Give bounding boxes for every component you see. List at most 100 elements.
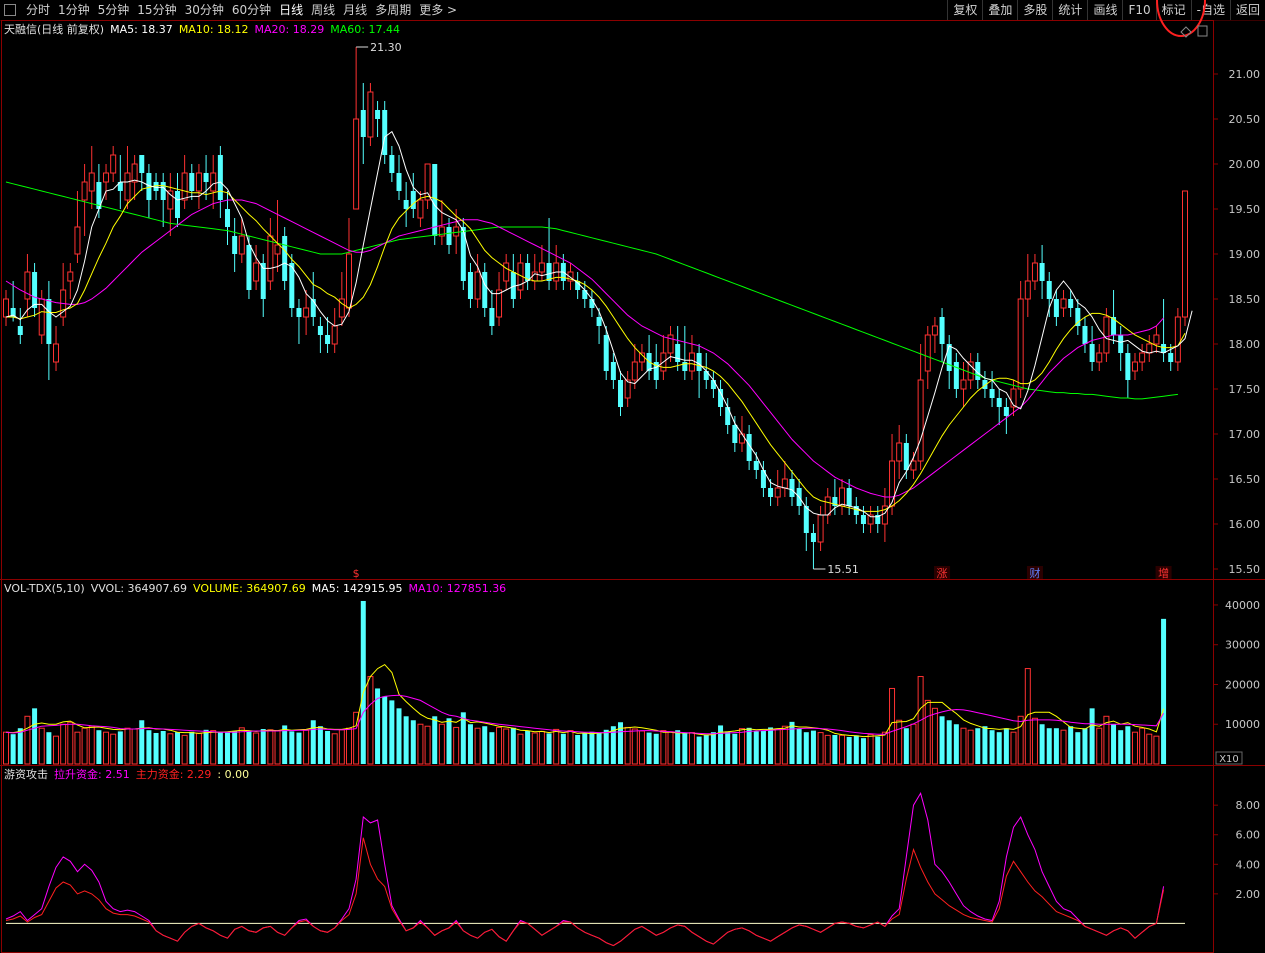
volume-bar-down — [596, 732, 602, 764]
volume-bar-up — [74, 731, 81, 765]
candle-body-up — [195, 172, 202, 192]
candle-body-up — [688, 352, 695, 372]
candle-body-down — [32, 272, 38, 308]
candle-body-down — [768, 488, 774, 497]
volume-bar-down — [17, 728, 23, 764]
volume-tick-label: 30000 — [1225, 639, 1260, 652]
volume-bar-down — [846, 736, 852, 764]
volume-bar-up — [338, 729, 345, 765]
price-tick-label: 15.50 — [1229, 563, 1261, 576]
volume-bar-up — [781, 725, 788, 765]
price-tick-label: 18.50 — [1229, 293, 1261, 306]
candle-body-up — [2, 298, 10, 318]
volume-bar-up — [774, 728, 781, 765]
candle-body-down — [582, 290, 588, 299]
volume-bar-down — [982, 726, 988, 764]
indicator-tick-label: 6.00 — [1236, 829, 1261, 842]
volume-bar-down — [953, 724, 959, 764]
candle-body-up — [181, 172, 188, 201]
candle-body-down — [732, 425, 738, 443]
volume-bar-up — [531, 732, 538, 765]
volume-bar-down — [389, 700, 395, 764]
candle-body-down — [989, 389, 995, 398]
volume-bar-up — [1139, 727, 1146, 765]
volume-bar-down — [1082, 728, 1088, 764]
volume-bar-down — [360, 600, 366, 764]
candle-body-down — [810, 533, 816, 542]
volume-bar-up — [624, 726, 631, 765]
stock-chart[interactable]: 21.00 20.50 20.00 19.50 19.00 18.50 18.00 17.50… — [0, 0, 1265, 953]
volume-bar-down — [1161, 618, 1167, 764]
candle-body-down — [17, 326, 23, 335]
volume-bar-down — [189, 731, 195, 764]
candle-body-down — [710, 380, 716, 389]
volume-bar-down — [1039, 724, 1045, 764]
candle-body-up — [896, 442, 903, 462]
candle-body-down — [46, 299, 52, 344]
volume-tick-label: 10000 — [1225, 718, 1260, 731]
volume-tick-label: 40000 — [1225, 599, 1260, 612]
candle-body-up — [631, 361, 638, 381]
event-marker: 增 — [1158, 566, 1169, 580]
price-tick-label: 20.50 — [1229, 113, 1261, 126]
volume-bar-down — [653, 733, 659, 764]
volume-bar-down — [146, 730, 152, 764]
candle-body-down — [703, 371, 709, 380]
candle-body-up — [267, 235, 274, 282]
candle-body-down — [296, 308, 302, 317]
candle-body-down — [174, 191, 180, 218]
volume-bar-down — [489, 732, 495, 764]
volume-bar-down — [325, 730, 331, 764]
candle-body-up — [81, 181, 88, 201]
volume-bar-up — [688, 732, 695, 765]
volume-bar-down — [725, 731, 731, 764]
volume-bar-up — [210, 730, 217, 765]
volume-bar-down — [560, 733, 566, 764]
candle-body-up — [124, 172, 131, 201]
price-tick-label: 21.00 — [1229, 68, 1261, 81]
price-tick-label: 17.00 — [1229, 428, 1261, 441]
volume-bar-up — [538, 730, 545, 765]
candle-body-down — [232, 236, 238, 254]
candle-body-down — [189, 173, 195, 191]
volume-bar-up — [839, 734, 846, 765]
candle-body-down — [217, 155, 223, 200]
candle-body-down — [789, 479, 795, 497]
volume-bar-up — [1131, 731, 1138, 765]
candle-body-up — [1060, 298, 1067, 309]
volume-bar-up — [553, 728, 560, 765]
volume-bar-down — [1068, 726, 1074, 764]
price-tick-label: 16.00 — [1229, 518, 1261, 531]
candle-body-up — [353, 118, 360, 210]
candle-body-down — [753, 461, 759, 470]
volume-bar-down — [460, 712, 466, 764]
price-tick-label: 20.00 — [1229, 158, 1261, 171]
main-fund-line — [5, 837, 1165, 947]
volume-bar-down — [718, 725, 724, 764]
candle-body-down — [1082, 326, 1088, 344]
candle-body-up — [474, 271, 481, 300]
volume-bar-down — [1089, 708, 1095, 764]
volume-bar-down — [546, 733, 552, 764]
price-tick-label: 18.00 — [1229, 338, 1261, 351]
candle-body-up — [931, 325, 938, 336]
price-tick-label: 19.00 — [1229, 248, 1261, 261]
candle-body-up — [131, 163, 138, 183]
candle-body-down — [996, 398, 1002, 407]
candle-body-down — [946, 344, 952, 371]
volume-bar-down — [760, 730, 766, 764]
candle-body-down — [618, 380, 624, 407]
volume-bar-down — [432, 716, 438, 764]
candle-body-down — [596, 317, 602, 326]
ma20-line — [5, 199, 1164, 498]
candle-body-down — [1039, 263, 1045, 281]
candle-body-up — [238, 235, 245, 255]
volume-bar-down — [710, 732, 716, 764]
candle-body-down — [360, 110, 366, 137]
volume-bar-up — [567, 730, 574, 765]
volume-bar-up — [103, 731, 110, 765]
volume-bar-up — [274, 730, 281, 765]
candle-body-up — [331, 325, 338, 345]
volume-bar-down — [603, 729, 609, 764]
price-tick-label: 19.50 — [1229, 203, 1261, 216]
